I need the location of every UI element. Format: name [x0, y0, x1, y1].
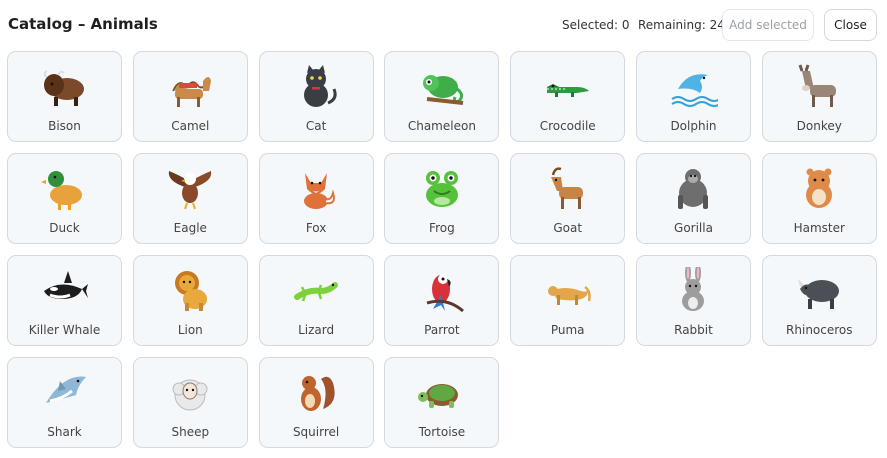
animal-label: Squirrel [292, 425, 340, 439]
animal-tile-gorilla[interactable]: Gorilla [635, 153, 751, 244]
eagle-icon [165, 165, 215, 211]
animal-tile-camel[interactable]: Camel [132, 51, 248, 142]
animal-tile-killer-whale[interactable]: Killer Whale [7, 255, 122, 346]
bison-icon [40, 63, 90, 109]
rhinoceros-icon [794, 267, 844, 313]
crocodile-icon [543, 63, 593, 109]
animal-grid: Bison Camel Cat Chameleon Crocodile Dolphin Do… [7, 51, 877, 448]
animal-label: Chameleon [407, 119, 476, 133]
frog-icon [417, 165, 467, 211]
page-title: Catalog – Animals [8, 15, 158, 33]
animal-label: Hamster [793, 221, 845, 235]
animal-tile-fox[interactable]: Fox [258, 153, 374, 244]
puma-icon [543, 267, 593, 313]
animal-label: Frog [429, 221, 455, 235]
shark-icon [40, 369, 90, 415]
close-button[interactable]: Close [824, 9, 877, 41]
animal-label: Rabbit [674, 323, 713, 337]
camel-icon [165, 63, 215, 109]
animal-label: Rhinoceros [786, 323, 853, 337]
cat-icon [291, 63, 341, 109]
animal-tile-cat[interactable]: Cat [258, 51, 374, 142]
parrot-icon [417, 267, 467, 313]
tortoise-icon [417, 369, 467, 415]
animal-tile-goat[interactable]: Goat [510, 153, 626, 244]
animal-tile-rhinoceros[interactable]: Rhinoceros [761, 255, 877, 346]
animal-tile-rabbit[interactable]: Rabbit [635, 255, 751, 346]
animal-tile-duck[interactable]: Duck [7, 153, 122, 244]
animal-label: Duck [49, 221, 80, 235]
animal-label: Goat [553, 221, 583, 235]
fox-icon [291, 165, 341, 211]
hamster-icon [794, 165, 844, 211]
animal-tile-frog[interactable]: Frog [384, 153, 500, 244]
animal-tile-crocodile[interactable]: Crocodile [510, 51, 626, 142]
goat-icon [543, 165, 593, 211]
animal-label: Tortoise [418, 425, 466, 439]
animal-label: Camel [171, 119, 210, 133]
animal-tile-chameleon[interactable]: Chameleon [384, 51, 500, 142]
animal-tile-eagle[interactable]: Eagle [132, 153, 248, 244]
animal-label: Puma [550, 323, 585, 337]
animal-tile-sheep[interactable]: Sheep [132, 357, 248, 448]
dolphin-icon [668, 63, 719, 109]
animal-label: Gorilla [674, 221, 713, 235]
animal-tile-donkey[interactable]: Donkey [761, 51, 877, 142]
killer-whale-icon [40, 267, 90, 313]
animal-label: Fox [305, 221, 327, 235]
selected-count: Selected: 0 [562, 18, 630, 32]
animal-tile-lizard[interactable]: Lizard [258, 255, 374, 346]
squirrel-icon [291, 369, 341, 415]
animal-tile-dolphin[interactable]: Dolphin [635, 51, 751, 142]
animal-label: Parrot [424, 323, 460, 337]
animal-tile-parrot[interactable]: Parrot [384, 255, 500, 346]
sheep-icon [165, 369, 215, 415]
animal-label: Dolphin [670, 119, 717, 133]
animal-label: Donkey [796, 119, 842, 133]
animal-tile-tortoise[interactable]: Tortoise [384, 357, 500, 448]
remaining-count: Remaining: 24 [638, 18, 725, 32]
animal-tile-bison[interactable]: Bison [7, 51, 122, 142]
animal-label: Eagle [173, 221, 207, 235]
animal-label: Shark [47, 425, 82, 439]
animal-tile-puma[interactable]: Puma [510, 255, 626, 346]
add-selected-button[interactable]: Add selected [722, 9, 814, 41]
duck-icon [40, 165, 90, 211]
donkey-icon [794, 63, 844, 109]
animal-label: Bison [48, 119, 81, 133]
animal-tile-shark[interactable]: Shark [7, 357, 122, 448]
animal-label: Lion [177, 323, 203, 337]
rabbit-icon [668, 267, 718, 313]
animal-label: Sheep [171, 425, 210, 439]
animal-label: Lizard [298, 323, 335, 337]
gorilla-icon [668, 165, 718, 211]
animal-tile-lion[interactable]: Lion [132, 255, 248, 346]
header: Catalog – Animals Selected: 0 Remaining:… [0, 0, 887, 50]
chameleon-icon [417, 63, 467, 109]
lion-icon [165, 267, 215, 313]
animal-label: Killer Whale [28, 323, 101, 337]
animal-label: Cat [305, 119, 327, 133]
animal-label: Crocodile [539, 119, 596, 133]
animal-tile-hamster[interactable]: Hamster [761, 153, 877, 244]
lizard-icon [291, 267, 341, 313]
animal-tile-squirrel[interactable]: Squirrel [258, 357, 374, 448]
